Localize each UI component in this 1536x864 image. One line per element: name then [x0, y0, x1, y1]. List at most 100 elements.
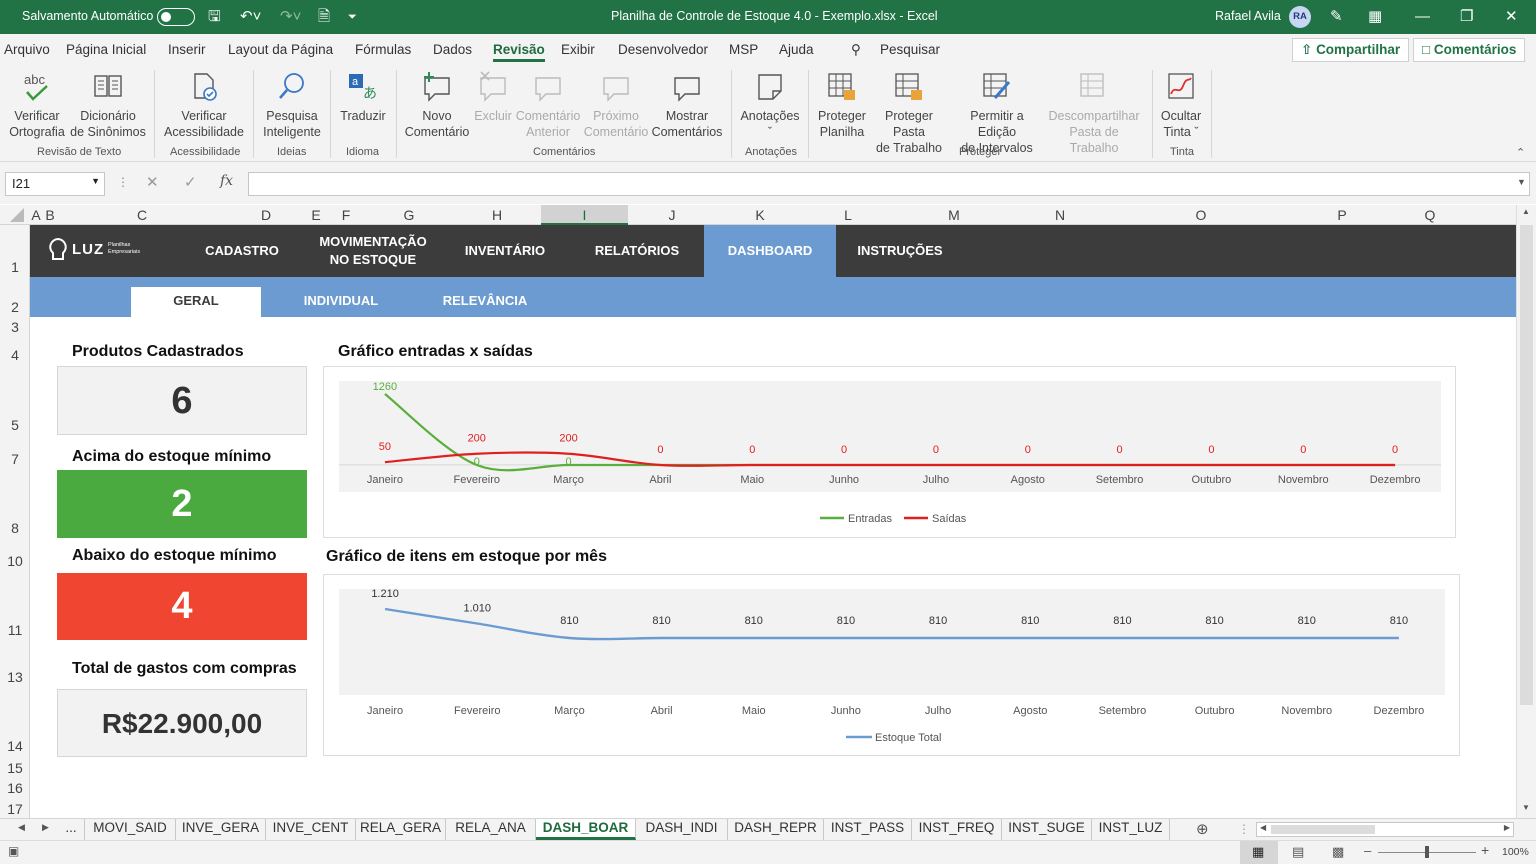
row-header[interactable]: 14: [0, 738, 30, 754]
nav-instrucoes[interactable]: INSTRUÇÕES: [848, 225, 952, 277]
autosave-toggle[interactable]: [157, 8, 195, 26]
save-icon[interactable]: 🖫: [208, 7, 221, 27]
next-comment-button[interactable]: Próximo Comentário: [582, 70, 650, 140]
subtab-relevancia[interactable]: RELEVÂNCIA: [430, 287, 540, 317]
col-header-k[interactable]: K: [716, 207, 804, 223]
row-header[interactable]: 11: [0, 622, 30, 638]
name-box[interactable]: I21 ▼: [5, 172, 105, 196]
tab-dash-repr[interactable]: DASH_REPR: [728, 819, 824, 840]
col-header-d[interactable]: D: [227, 207, 305, 223]
row-header[interactable]: 8: [0, 520, 30, 536]
minimize-icon[interactable]: —: [1415, 7, 1430, 27]
subtab-individual[interactable]: INDIVIDUAL: [284, 287, 398, 317]
macro-record-icon[interactable]: ▣: [8, 844, 19, 858]
comments-button[interactable]: □ Comentários: [1413, 38, 1526, 62]
tab-inve-cent[interactable]: INVE_CENT: [266, 819, 356, 840]
col-header-c[interactable]: C: [57, 207, 227, 223]
close-icon[interactable]: ✕: [1505, 7, 1518, 27]
scroll-left-icon[interactable]: ◀: [1260, 823, 1266, 832]
tab-msp[interactable]: MSP: [729, 42, 758, 57]
col-header-l[interactable]: L: [804, 207, 892, 223]
print-preview-icon[interactable]: 🗎: [318, 7, 330, 27]
col-header-m[interactable]: M: [892, 207, 1016, 223]
tab-inserir[interactable]: Inserir: [168, 42, 206, 57]
row-header[interactable]: 13: [0, 669, 30, 685]
translate-button[interactable]: aあ Traduzir: [336, 70, 390, 124]
row-header[interactable]: 7: [0, 451, 30, 467]
expand-formula-icon[interactable]: ▼: [1517, 177, 1526, 187]
tab-arquivo[interactable]: Arquivo: [4, 42, 50, 57]
col-header-i[interactable]: I: [541, 207, 628, 223]
tab-inve-gera[interactable]: INVE_GERA: [176, 819, 266, 840]
tab-more[interactable]: ...: [58, 819, 84, 840]
formula-input[interactable]: [248, 172, 1530, 196]
col-header-a[interactable]: A: [30, 207, 42, 223]
nav-dashboard[interactable]: DASHBOARD: [704, 225, 836, 277]
redo-icon[interactable]: ↷˅: [280, 7, 301, 27]
ribbon-display-icon[interactable]: ▦: [1368, 7, 1382, 27]
col-header-p[interactable]: P: [1298, 207, 1386, 223]
spelling-button[interactable]: abc Verificar Ortografia: [8, 70, 66, 140]
zoom-out-icon[interactable]: –: [1364, 843, 1371, 858]
customize-toolbar-icon[interactable]: ⏷: [348, 7, 357, 27]
tab-inst-suge[interactable]: INST_SUGE: [1002, 819, 1092, 840]
scroll-tabs-right-icon[interactable]: ▶: [42, 822, 49, 833]
delete-comment-button[interactable]: Excluir: [474, 70, 512, 124]
row-header[interactable]: 15: [0, 760, 30, 776]
nav-inventario[interactable]: INVENTÁRIO: [450, 225, 560, 277]
protect-workbook-button[interactable]: Proteger Pasta de Trabalho: [870, 70, 948, 156]
row-header[interactable]: 3: [0, 319, 30, 335]
row-header[interactable]: 17: [0, 801, 30, 817]
avatar[interactable]: RA: [1289, 6, 1311, 28]
col-header-n[interactable]: N: [1016, 207, 1104, 223]
unshare-workbook-button[interactable]: Descompartilhar Pasta de Trabalho: [1046, 70, 1142, 156]
zoom-slider-thumb[interactable]: [1425, 846, 1429, 858]
tab-inst-pass[interactable]: INST_PASS: [824, 819, 912, 840]
scrollbar-thumb[interactable]: [1520, 225, 1533, 705]
add-sheet-icon[interactable]: ⊕: [1196, 820, 1209, 838]
zoom-in-icon[interactable]: +: [1481, 842, 1489, 858]
col-header-h[interactable]: H: [453, 207, 541, 223]
h-scrollbar-thumb[interactable]: [1271, 825, 1375, 834]
scroll-right-icon[interactable]: ▶: [1504, 823, 1510, 832]
chart-entradas-saidas[interactable]: Janeiro Fevereiro Março Abril Maio Junho Julho…: [323, 366, 1456, 538]
pen-icon[interactable]: ✎: [1330, 7, 1343, 27]
thesaurus-button[interactable]: Dicionário de Sinônimos: [70, 70, 146, 140]
previous-comment-button[interactable]: Comentário Anterior: [514, 70, 582, 140]
hide-ink-button[interactable]: Ocultar Tinta ˇ: [1158, 70, 1204, 140]
page-layout-icon[interactable]: ▤: [1292, 844, 1304, 860]
subtab-geral[interactable]: GERAL: [131, 287, 261, 317]
tab-revisao[interactable]: Revisão: [493, 42, 545, 62]
scroll-up-icon[interactable]: ▲: [1522, 207, 1530, 216]
vertical-scrollbar[interactable]: ▲ ▼: [1516, 205, 1536, 818]
collapse-ribbon-icon[interactable]: ⌃: [1516, 146, 1525, 159]
show-comments-button[interactable]: Mostrar Comentários: [650, 70, 724, 140]
row-header[interactable]: 10: [0, 553, 30, 569]
tab-pagina-inicial[interactable]: Página Inicial: [66, 42, 146, 57]
horizontal-scrollbar[interactable]: ◀ ▶: [1256, 822, 1514, 837]
row-header[interactable]: 2: [0, 299, 30, 315]
tab-layout[interactable]: Layout da Página: [228, 42, 333, 57]
scroll-tabs-left-icon[interactable]: ◀: [18, 822, 25, 833]
search-box[interactable]: Pesquisar: [880, 42, 940, 57]
tab-exibir[interactable]: Exibir: [561, 42, 595, 57]
tab-dash-indi[interactable]: DASH_INDI: [636, 819, 728, 840]
tab-ajuda[interactable]: Ajuda: [779, 42, 814, 57]
search-icon[interactable]: ⚲: [851, 42, 861, 58]
col-header-j[interactable]: J: [628, 207, 716, 223]
tab-dados[interactable]: Dados: [433, 42, 472, 57]
select-all-corner[interactable]: [10, 208, 24, 222]
enter-icon[interactable]: ✓: [184, 173, 197, 191]
insert-function-icon[interactable]: fx: [220, 173, 233, 189]
smart-lookup-button[interactable]: Pesquisa Inteligente: [260, 70, 324, 140]
scroll-down-icon[interactable]: ▼: [1522, 803, 1530, 812]
row-header[interactable]: 4: [0, 347, 30, 363]
allow-edit-ranges-button[interactable]: Permitir a Edição de Intervalos: [950, 70, 1044, 156]
chart-estoque-mensal[interactable]: Janeiro Fevereiro Março Abril Maio Junho Julho…: [323, 574, 1460, 756]
zoom-level[interactable]: 100%: [1502, 846, 1529, 858]
user-name[interactable]: Rafael Avila: [1215, 9, 1281, 23]
tab-rela-gera[interactable]: RELA_GERA: [356, 819, 446, 840]
accessibility-button[interactable]: Verificar Acessibilidade: [162, 70, 246, 140]
cancel-icon[interactable]: ✕: [146, 173, 159, 191]
notes-button[interactable]: Anotações ˇ: [738, 70, 802, 140]
